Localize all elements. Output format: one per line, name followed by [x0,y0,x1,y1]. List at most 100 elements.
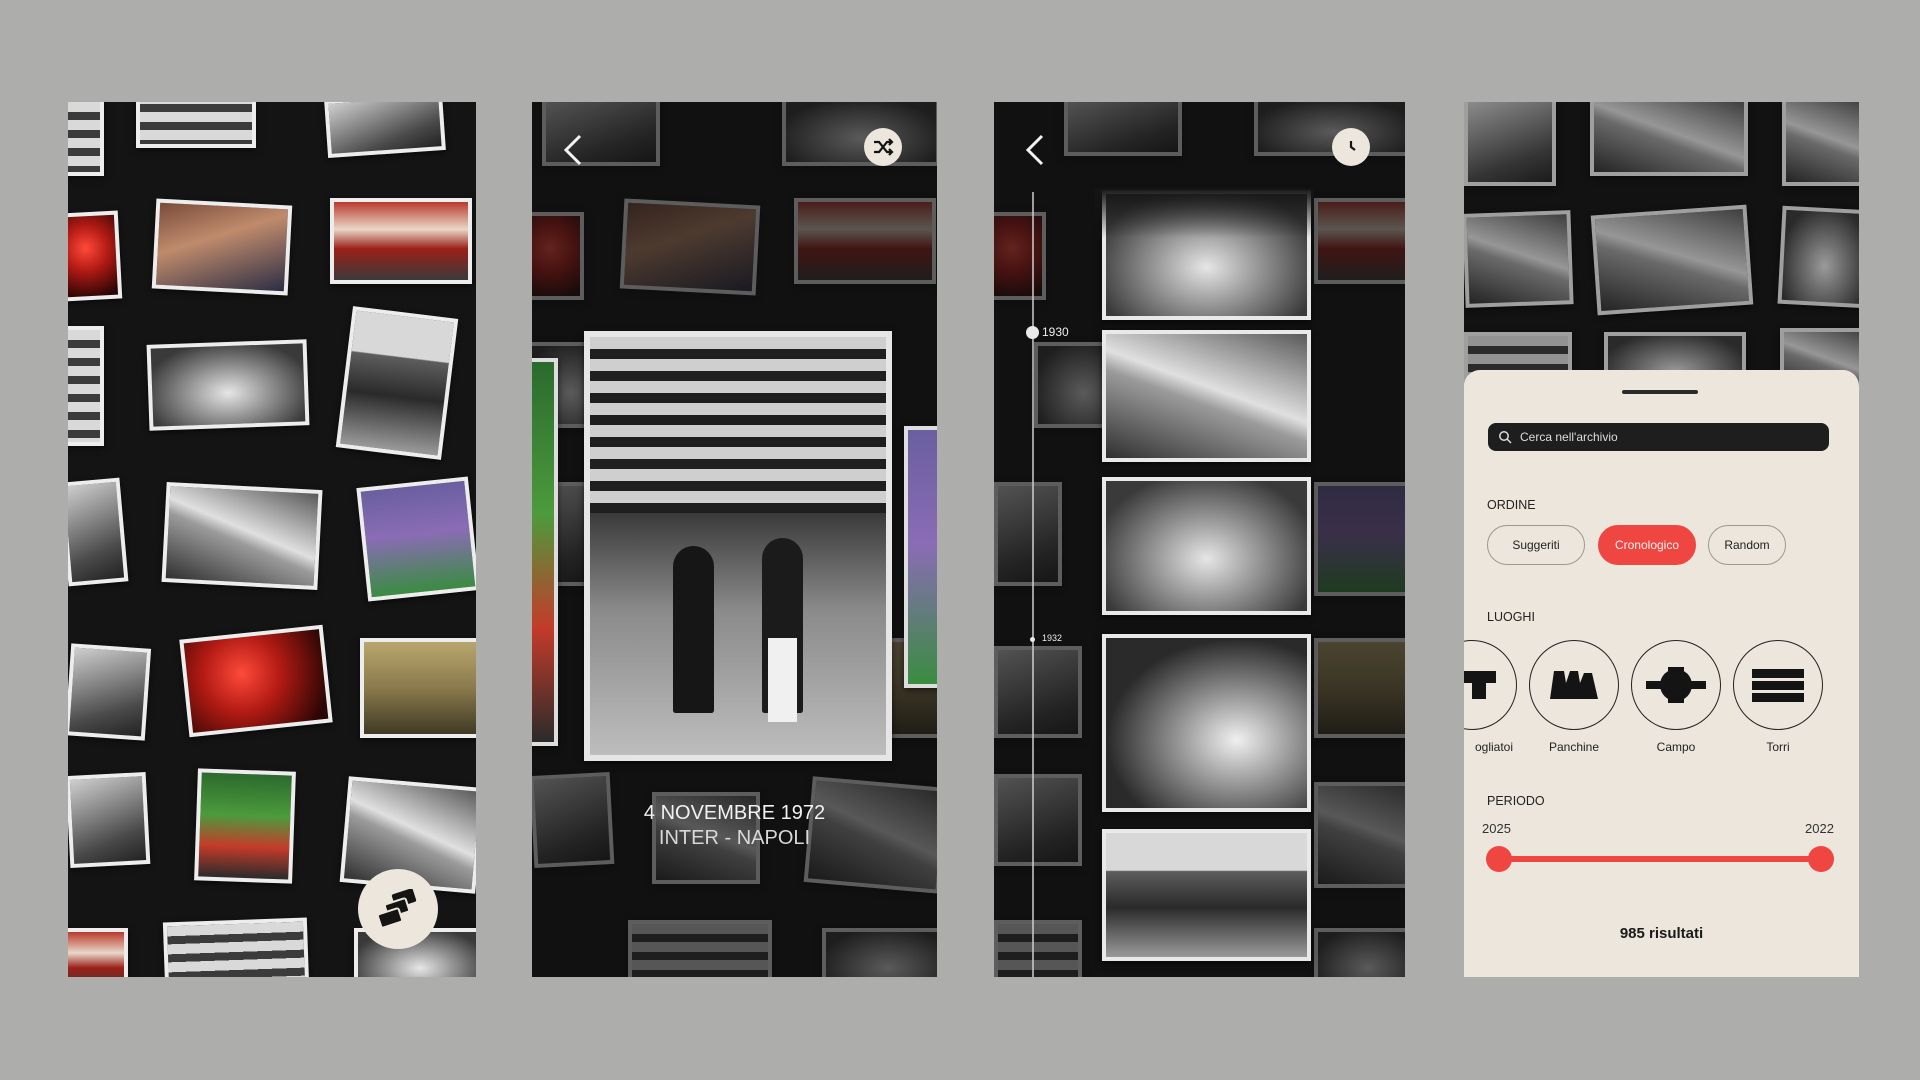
screen-timeline: 1930 1932 [994,102,1405,977]
photo [822,928,937,977]
timeline-label-1932: 1932 [1042,633,1063,643]
photo [1314,782,1405,888]
photo-date: 4 NOVEMBRE 1972 [643,802,826,824]
section-periodo: PERIODO [1487,794,1545,808]
photo[interactable] [360,638,476,738]
photo[interactable] [151,198,293,296]
photo [1464,102,1556,186]
photo [619,198,761,296]
place-circle [1631,640,1721,730]
photo-caption: 4 NOVEMBRE 1972 INTER - NAPOLI [532,802,937,850]
stack-icon [376,889,417,929]
place-label: Campo [1656,740,1696,754]
photo [1254,102,1405,156]
photo [1590,102,1748,176]
section-luoghi: LUOGHI [1487,610,1535,624]
timeline-photo[interactable] [1102,330,1311,462]
photo [628,920,772,977]
photo-match: INTER - NAPOLI [658,827,811,849]
photo [1314,482,1405,596]
timeline-handle[interactable] [1026,326,1039,339]
photo [1314,638,1405,738]
period-slider-track[interactable] [1499,856,1822,862]
photo [1314,928,1405,977]
photo[interactable] [68,102,104,176]
timeline-photo[interactable] [1102,634,1311,812]
lockers-icon [1464,671,1496,699]
photo [1590,204,1754,316]
photo-main[interactable] [584,331,892,761]
photo-side-left[interactable] [532,358,558,746]
timeline-photo[interactable] [1102,829,1311,961]
section-ordine: ORDINE [1487,498,1536,512]
timeline-line [1032,192,1034,977]
results-count: 985 risultati [1619,925,1704,942]
photo [1064,102,1182,156]
photo [1314,198,1405,284]
timeline-photo[interactable] [1102,477,1311,615]
filter-sheet: Cerca nell'archivio ORDINE Suggeriti Cro… [1464,370,1859,977]
photo[interactable] [136,102,256,148]
photo [532,212,584,300]
screen-photo-detail: 4 NOVEMBRE 1972 INTER - NAPOLI [532,102,937,977]
screen-photo-wall [68,102,476,977]
search-placeholder: Cerca nell'archivio [1520,430,1618,444]
photo [1777,205,1859,309]
sheet-grabber[interactable] [1622,390,1698,394]
photo[interactable] [68,643,152,741]
place-panchine[interactable]: Panchine [1529,640,1619,754]
place-torri[interactable]: Torri [1733,640,1823,754]
search-icon [1499,431,1512,444]
place-spogliatoi[interactable]: ogliatoi [1464,640,1517,754]
timeline-dot [1030,637,1035,642]
screen-filters: Cerca nell'archivio ORDINE Suggeriti Cro… [1464,102,1859,977]
photo[interactable] [161,481,323,591]
period-from-label: 2025 [1482,821,1511,836]
place-campo[interactable]: Campo [1631,640,1721,754]
period-slider-thumb-end[interactable] [1808,846,1834,872]
period-to-label: 2022 [1805,821,1834,836]
photo[interactable] [68,771,151,869]
photo [994,774,1082,866]
bench-icon [1550,671,1598,699]
photo [994,646,1082,738]
search-field[interactable]: Cerca nell'archivio [1488,423,1829,451]
chip-cronologico[interactable]: Cronologico [1598,525,1696,565]
towers-icon [1752,669,1804,702]
field-icon [1646,667,1706,703]
clock-button[interactable] [1332,128,1370,166]
chip-random[interactable]: Random [1708,525,1786,565]
photo [794,198,936,284]
photo[interactable] [162,917,310,977]
clock-icon [1349,141,1356,151]
chevron-left-icon[interactable] [556,130,596,170]
photo [1782,102,1859,186]
photo-side-right[interactable] [904,426,937,688]
chip-suggeriti[interactable]: Suggeriti [1487,525,1585,565]
photo[interactable] [68,928,128,977]
photo[interactable] [194,768,296,884]
place-circle [1529,640,1619,730]
photo [994,212,1046,300]
photo[interactable] [330,198,472,284]
photo [994,482,1062,586]
stack-button[interactable] [358,869,438,949]
place-label: Torri [1766,740,1790,754]
photo[interactable] [324,102,446,159]
photo[interactable] [146,339,310,431]
photo[interactable] [356,476,476,602]
chevron-left-icon[interactable] [1018,130,1058,170]
photo[interactable] [68,477,129,587]
photo[interactable] [335,306,459,460]
place-label: Panchine [1548,740,1600,754]
place-circle [1733,640,1823,730]
shuffle-icon [874,138,894,156]
period-slider-thumb-start[interactable] [1486,846,1512,872]
photo [994,920,1082,977]
fade-top [1094,188,1314,238]
shuffle-button[interactable] [864,128,902,166]
place-circle [1464,640,1517,730]
photo[interactable] [68,210,123,302]
photo[interactable] [68,326,104,446]
photo[interactable] [179,624,333,738]
